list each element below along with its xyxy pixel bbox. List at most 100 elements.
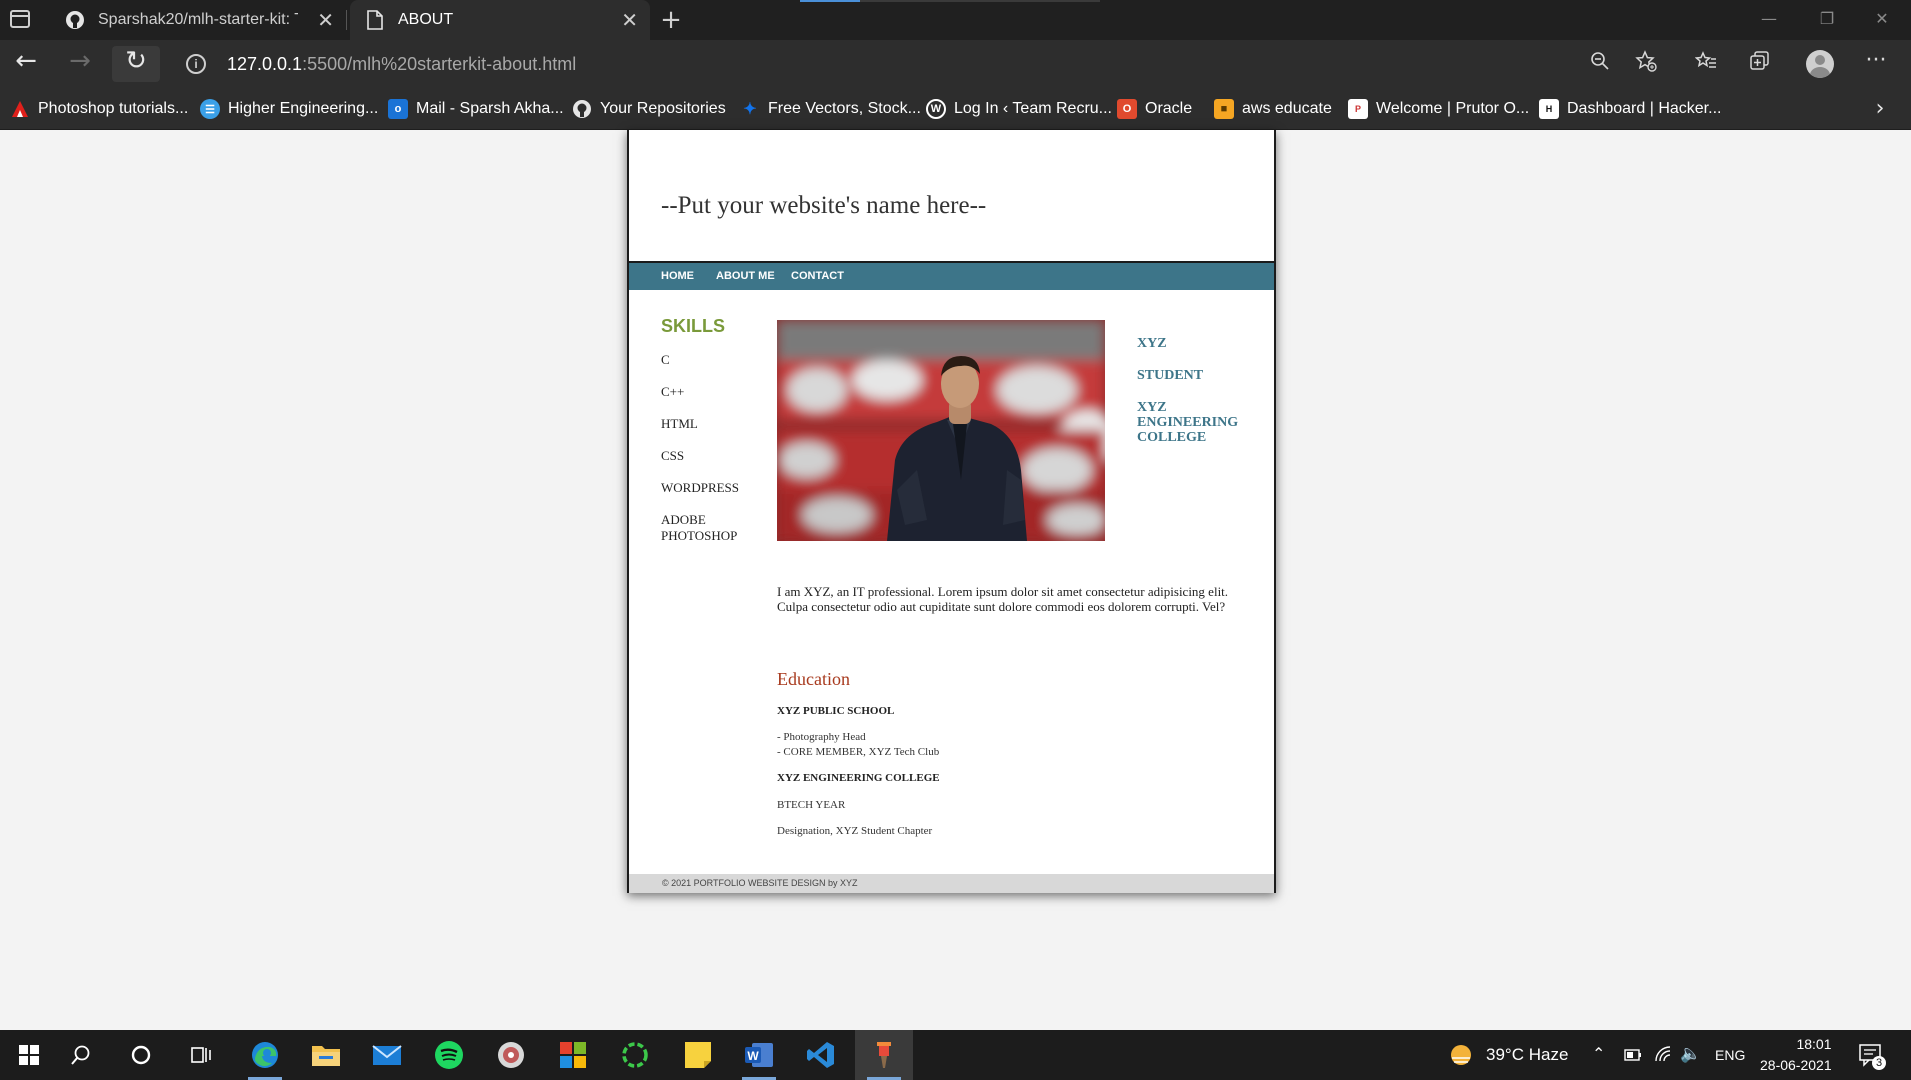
tab-indicator	[860, 0, 1100, 2]
edge-icon[interactable]	[236, 1030, 294, 1080]
profile-photo	[777, 320, 1105, 541]
skill-item: WORDPRESS	[661, 480, 740, 495]
college-detail: Designation, XYZ Student Chapter	[777, 825, 933, 837]
school-name: XYZ PUBLIC SCHOOL	[777, 705, 895, 717]
tab-actions-icon[interactable]	[10, 10, 30, 28]
more-options-icon[interactable]: ···	[1860, 50, 1892, 78]
adobe-icon	[10, 99, 30, 119]
bookmark-hackerrank[interactable]: H Dashboard | Hacker...	[1539, 88, 1721, 130]
svg-text:W: W	[747, 1049, 759, 1063]
education-heading: Education	[777, 669, 850, 689]
search-icon[interactable]	[52, 1030, 110, 1080]
skills-heading: SKILLS	[661, 316, 726, 336]
chevron-right-icon[interactable]: ›	[1868, 88, 1892, 130]
forward-icon[interactable]: →	[60, 46, 100, 78]
school-detail: - CORE MEMBER, XYZ Tech Club	[777, 746, 940, 758]
hackerrank-icon: H	[1539, 99, 1559, 119]
bookmark-wordpress[interactable]: W Log In ‹ Team Recru...	[926, 88, 1112, 130]
paint-icon[interactable]	[855, 1030, 913, 1080]
sticky-notes-icon[interactable]	[669, 1030, 727, 1080]
reload-icon[interactable]: ↻	[116, 46, 156, 78]
info-college: XYZ ENGINEERING COLLEGE	[1137, 400, 1239, 445]
collections-icon[interactable]	[1744, 50, 1776, 78]
bookmark-freepik[interactable]: ✦ Free Vectors, Stock...	[740, 88, 921, 130]
weather-icon[interactable]	[1448, 1042, 1474, 1072]
outlook-icon: o	[388, 99, 408, 119]
skill-item: HTML	[661, 416, 698, 431]
back-icon[interactable]: ←	[6, 46, 46, 78]
skill-item: C	[661, 352, 670, 367]
vscode-icon[interactable]	[792, 1030, 850, 1080]
bio-paragraph: I am XYZ, an IT professional. Lorem ipsu…	[777, 584, 1229, 614]
notification-badge: 3	[1872, 1056, 1886, 1070]
wordpress-icon: W	[926, 99, 946, 119]
tab-indicator	[800, 0, 860, 2]
skill-item: ADOBE PHOTOSHOP	[661, 512, 738, 543]
language-indicator[interactable]: ENG	[1715, 1047, 1745, 1063]
bookmark-oracle[interactable]: O Oracle	[1117, 88, 1192, 130]
favorites-icon[interactable]	[1690, 50, 1722, 78]
tab-separator	[346, 10, 347, 30]
battery-icon[interactable]	[1624, 1047, 1642, 1066]
url-text: 127.0.0.1:5500/mlh%20starterkit-about.ht…	[227, 54, 577, 74]
skill-item: C++	[661, 384, 685, 399]
profile-avatar[interactable]	[1806, 50, 1834, 78]
menu-home[interactable]: HOME	[661, 263, 694, 290]
restore-icon[interactable]: ❐	[1798, 0, 1856, 40]
college-detail: BTECH YEAR	[777, 799, 846, 811]
info-role: STUDENT	[1137, 368, 1204, 383]
office-icon[interactable]	[544, 1030, 602, 1080]
new-tab-button[interactable]: +	[656, 4, 686, 36]
info-name: XYZ	[1137, 336, 1167, 351]
wifi-icon[interactable]	[1654, 1045, 1672, 1067]
github-icon	[64, 9, 86, 31]
media-player-icon[interactable]	[482, 1030, 540, 1080]
clock-time[interactable]: 18:01	[1780, 1036, 1848, 1052]
site-name: --Put your website's name here--	[661, 192, 987, 219]
cortana-icon[interactable]	[112, 1030, 170, 1080]
info-icon[interactable]: i	[186, 54, 206, 74]
tab-github[interactable]: Sparshak20/mlh-starter-kit: This ✕	[50, 0, 346, 40]
web-page: --Put your website's name here-- HOME AB…	[627, 130, 1276, 893]
add-favorite-icon[interactable]	[1630, 50, 1662, 78]
zoom-icon[interactable]	[1584, 50, 1616, 78]
tab-title: Sparshak20/mlh-starter-kit: This	[98, 11, 298, 28]
spotify-icon[interactable]	[420, 1030, 478, 1080]
menu-about-me[interactable]: ABOUT ME	[716, 263, 775, 290]
school-detail: - Photography Head	[777, 731, 866, 743]
file-explorer-icon[interactable]	[297, 1030, 355, 1080]
volume-icon[interactable]: 🔈	[1680, 1044, 1701, 1064]
bookmark-photoshop[interactable]: Photoshop tutorials...	[10, 88, 188, 130]
minimize-icon[interactable]: —	[1740, 0, 1798, 40]
bookmark-aws-educate[interactable]: ■ aws educate	[1214, 88, 1332, 130]
site-footer: © 2021 PORTFOLIO WEBSITE DESIGN by XYZ	[629, 874, 1274, 893]
bookmark-repositories[interactable]: Your Repositories	[572, 88, 726, 130]
sync-icon[interactable]	[606, 1030, 664, 1080]
close-icon[interactable]: ✕	[317, 8, 334, 33]
freepik-icon: ✦	[743, 101, 757, 118]
bookmark-higher-engineering[interactable]: ☰ Higher Engineering...	[200, 88, 378, 130]
taskbar: W 39°C Haze ⌃ 🔈 ENG 18:01 28-06-2021 3	[0, 1030, 1911, 1080]
close-window-icon[interactable]: ✕	[1853, 0, 1911, 40]
bookmark-mail[interactable]: o Mail - Sparsh Akha...	[388, 88, 564, 130]
chevron-up-icon[interactable]: ⌃	[1592, 1044, 1605, 1064]
address-bar[interactable]: i 127.0.0.1:5500/mlh%20starterkit-about.…	[172, 46, 1672, 82]
clock-date[interactable]: 28-06-2021	[1760, 1057, 1832, 1073]
college-name: XYZ ENGINEERING COLLEGE	[777, 772, 940, 784]
book-icon: ☰	[200, 99, 220, 119]
page-icon	[364, 9, 386, 31]
menu-contact[interactable]: CONTACT	[791, 263, 844, 290]
bookmark-prutor[interactable]: P Welcome | Prutor O...	[1348, 88, 1529, 130]
site-header: --Put your website's name here--	[629, 130, 1274, 263]
mail-icon[interactable]	[358, 1030, 416, 1080]
tab-about[interactable]: ABOUT ✕	[350, 0, 650, 40]
task-view-icon[interactable]	[172, 1030, 230, 1080]
weather-text[interactable]: 39°C Haze	[1486, 1045, 1568, 1065]
prutor-icon: P	[1348, 99, 1368, 119]
aws-icon: ■	[1214, 99, 1234, 119]
windows-start-icon[interactable]	[0, 1030, 58, 1080]
word-icon[interactable]: W	[730, 1030, 788, 1080]
tab-bar: Sparshak20/mlh-starter-kit: This ✕ ABOUT…	[0, 0, 1911, 40]
oracle-icon: O	[1117, 99, 1137, 119]
close-icon[interactable]: ✕	[621, 8, 638, 33]
